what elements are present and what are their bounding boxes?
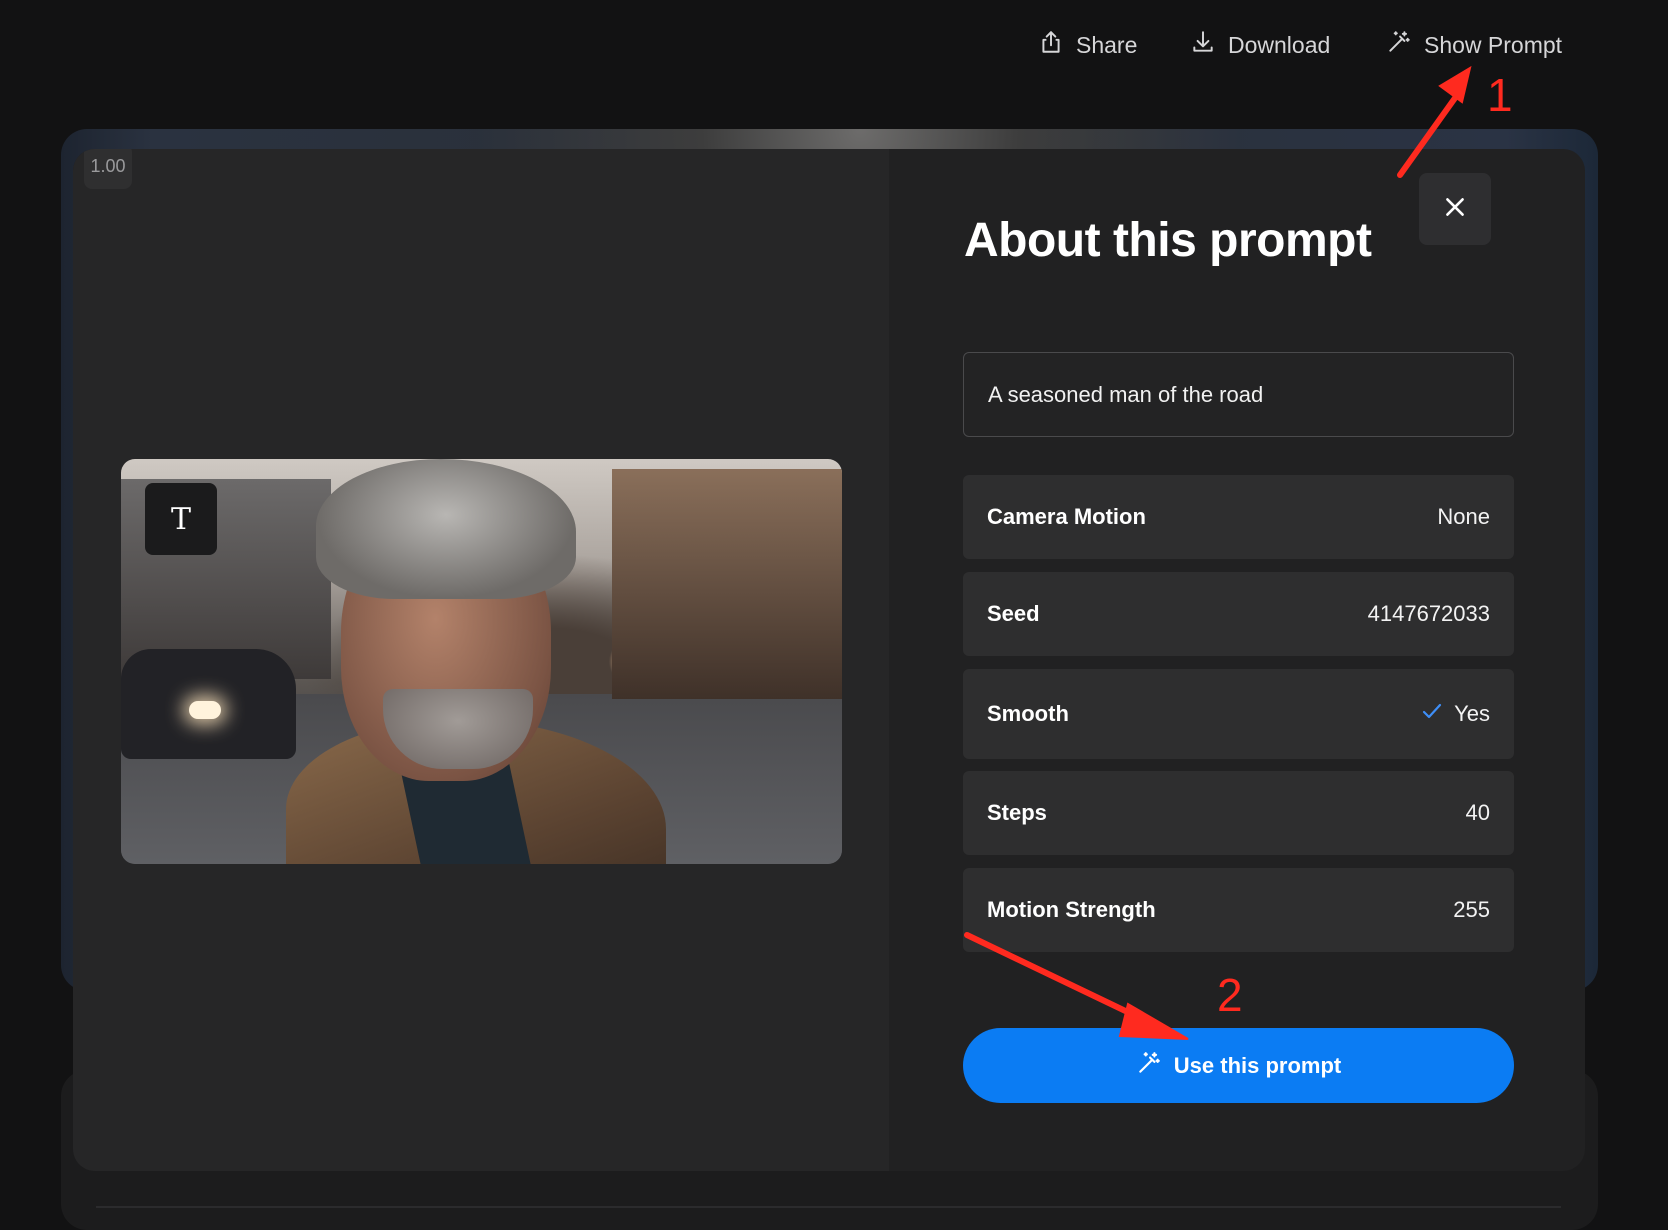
magic-wand-icon xyxy=(1386,29,1412,61)
download-label: Download xyxy=(1228,31,1331,58)
param-value: Yes xyxy=(1454,701,1490,726)
param-label: Smooth xyxy=(987,701,1069,726)
zoom-level-badge: 1.00 xyxy=(84,149,132,189)
param-row-motion-strength: Motion Strength 255 xyxy=(963,868,1514,952)
param-label: Steps xyxy=(987,800,1047,825)
param-value: 40 xyxy=(1465,800,1490,825)
param-row-seed: Seed 4147672033 xyxy=(963,572,1514,656)
param-value: 255 xyxy=(1453,897,1490,922)
annotation-number-2: 2 xyxy=(1217,969,1243,1021)
show-prompt-label: Show Prompt xyxy=(1424,31,1563,58)
modal-title: About this prompt xyxy=(964,214,1372,267)
param-value-group: Yes xyxy=(1420,699,1490,729)
param-row-camera-motion: Camera Motion None xyxy=(963,475,1514,559)
use-this-prompt-label: Use this prompt xyxy=(1173,1052,1342,1078)
param-value: None xyxy=(1437,504,1490,529)
preview-panel: 1.00 T xyxy=(73,149,889,1171)
background-divider xyxy=(96,1206,1561,1208)
text-prompt-type-badge: T xyxy=(145,483,217,555)
close-icon xyxy=(1442,194,1468,225)
prompt-modal: 1.00 T xyxy=(73,149,1585,1171)
share-label: Share xyxy=(1076,31,1138,58)
param-label: Seed xyxy=(987,601,1040,626)
check-icon xyxy=(1420,699,1444,729)
close-button[interactable] xyxy=(1419,173,1491,245)
download-button[interactable]: Download xyxy=(1190,24,1330,66)
prompt-text-box: A seasoned man of the road xyxy=(963,352,1514,437)
top-toolbar: Share Download Show Prompt xyxy=(0,0,1668,90)
share-button[interactable]: Share xyxy=(1038,24,1137,66)
magic-wand-icon xyxy=(1136,1050,1162,1082)
param-row-smooth: Smooth Yes xyxy=(963,669,1514,759)
param-label: Camera Motion xyxy=(987,504,1146,529)
param-label: Motion Strength xyxy=(987,897,1156,922)
share-icon xyxy=(1038,29,1064,61)
download-icon xyxy=(1190,29,1216,61)
param-value: 4147672033 xyxy=(1367,601,1490,626)
annotation-number-1: 1 xyxy=(1487,69,1513,121)
prompt-text: A seasoned man of the road xyxy=(988,381,1264,407)
use-this-prompt-button[interactable]: Use this prompt xyxy=(963,1028,1514,1103)
show-prompt-button[interactable]: Show Prompt xyxy=(1386,24,1562,66)
param-row-steps: Steps 40 xyxy=(963,771,1514,855)
source-image-thumbnail: T xyxy=(121,459,842,864)
